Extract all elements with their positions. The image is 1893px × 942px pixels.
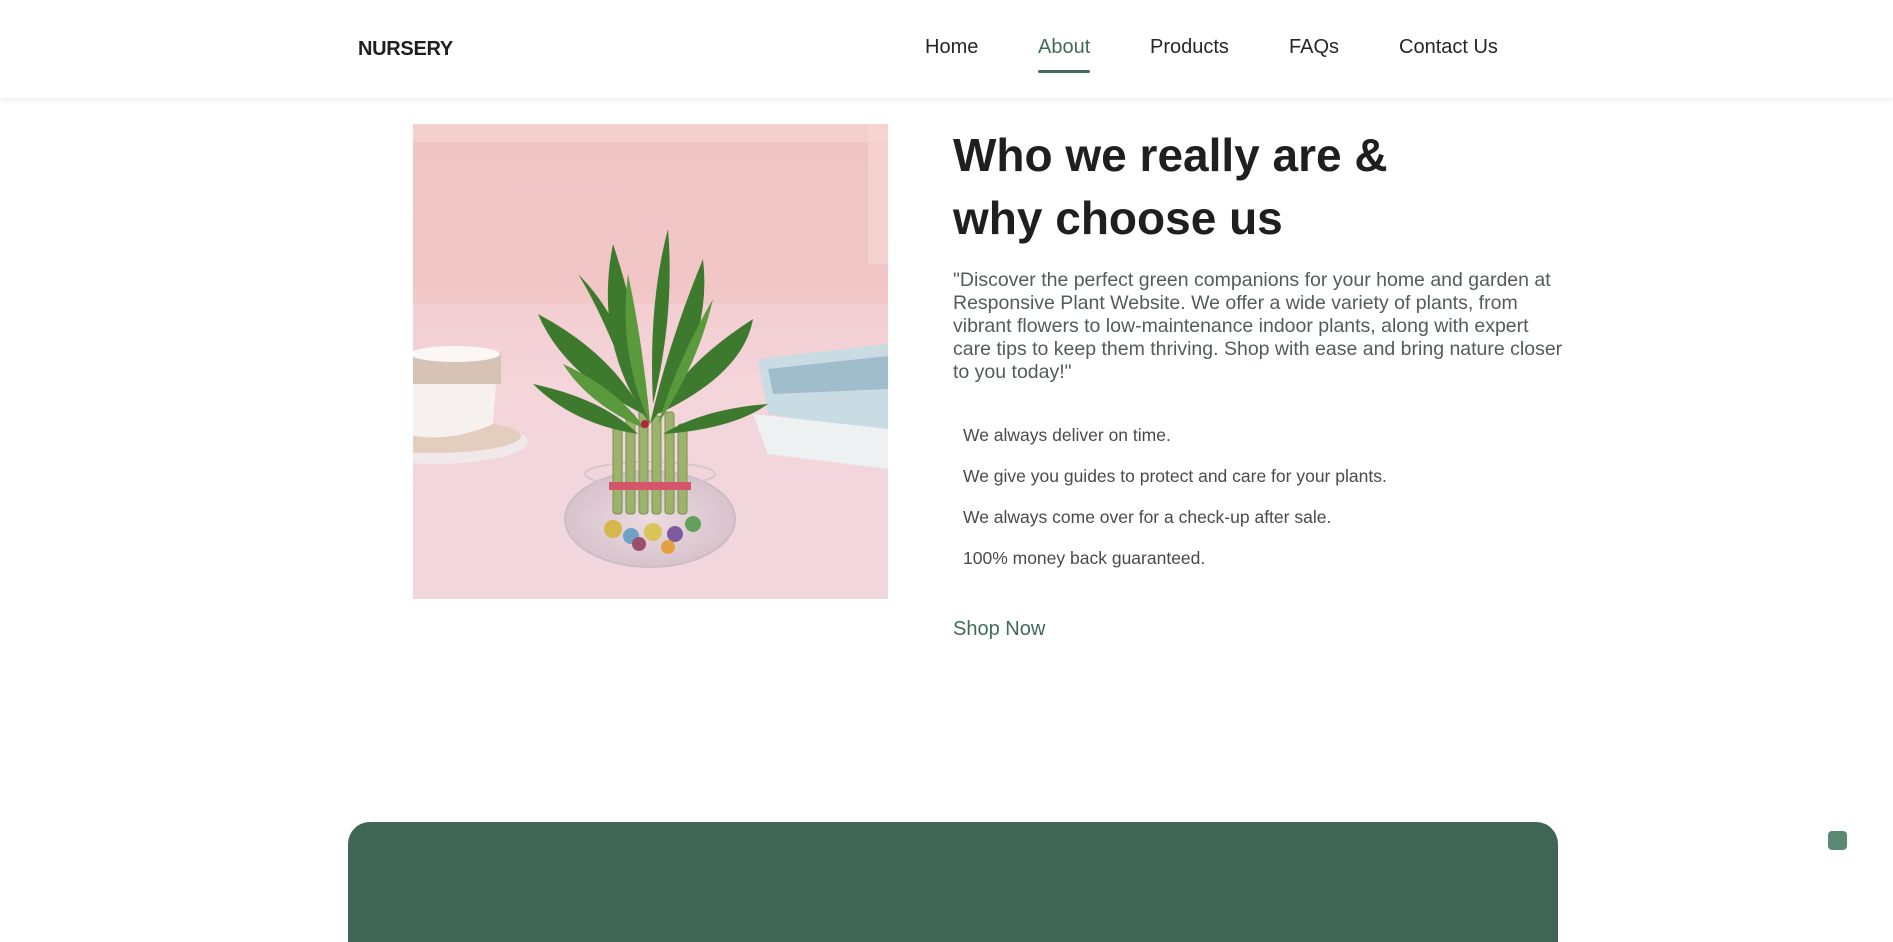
feature-list: We always deliver on time. We give you g…: [963, 424, 1387, 588]
next-section-banner: [348, 822, 1558, 942]
scroll-top-button[interactable]: [1828, 831, 1847, 850]
about-description: "Discover the perfect green companions f…: [953, 269, 1563, 383]
shop-now-button[interactable]: Shop Now: [953, 618, 1045, 641]
nav-about[interactable]: About: [1038, 36, 1091, 73]
about-heading-line-1: Who we really are &: [953, 129, 1388, 181]
about-heading: Who we really are & why choose us: [953, 124, 1513, 250]
about-plant-image: [413, 124, 888, 599]
site-header: NURSERY Home About Products FAQs Contact…: [0, 0, 1893, 98]
logo[interactable]: NURSERY: [358, 38, 453, 61]
nav-contact-us[interactable]: Contact Us: [1399, 36, 1498, 65]
nav-faqs[interactable]: FAQs: [1289, 36, 1339, 65]
feature-item: We give you guides to protect and care f…: [963, 466, 1387, 486]
nav-products[interactable]: Products: [1150, 36, 1229, 65]
feature-item: 100% money back guaranteed.: [963, 548, 1206, 568]
feature-item: We always come over for a check-up after…: [963, 507, 1332, 527]
about-heading-line-2: why choose us: [953, 192, 1283, 244]
nav-home[interactable]: Home: [925, 36, 978, 65]
feature-item: We always deliver on time.: [963, 425, 1171, 445]
